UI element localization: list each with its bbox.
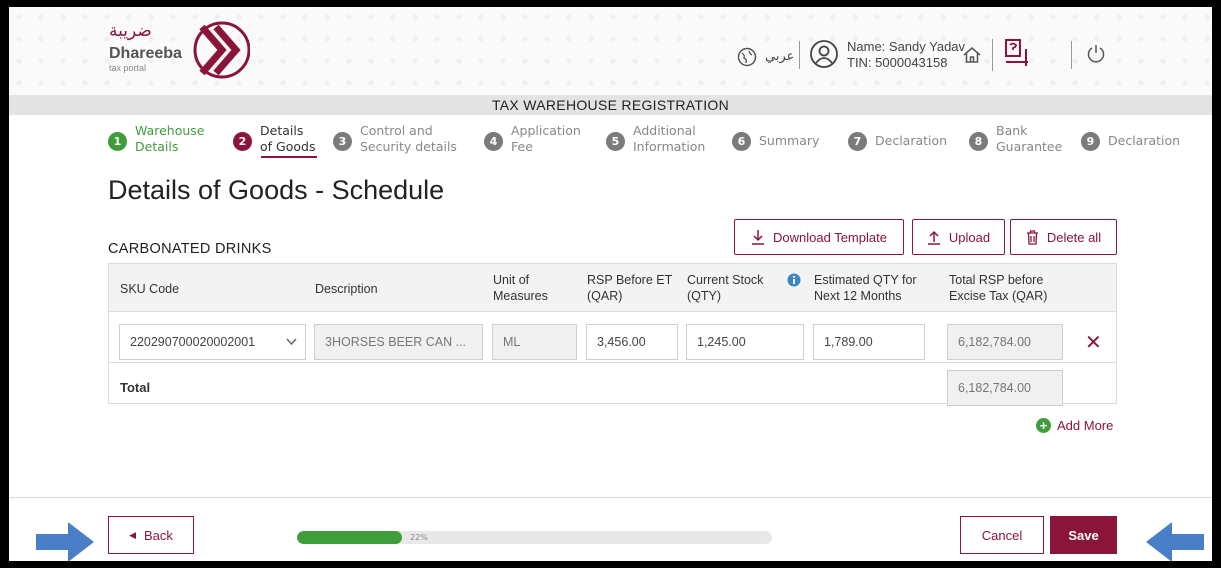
step-label: Bank Guarantee: [996, 123, 1063, 154]
download-icon: [752, 230, 765, 245]
step-number: 7: [848, 132, 867, 151]
step-number: 9: [1081, 132, 1100, 151]
footer-divider: [9, 497, 1212, 498]
step-label: Declaration: [1108, 133, 1181, 148]
power-icon[interactable]: [1086, 43, 1106, 65]
chevron-left-icon: ◀: [129, 529, 136, 540]
save-button[interactable]: Save: [1050, 516, 1117, 554]
progress-fill: [297, 531, 402, 544]
step-label: Summary: [759, 133, 820, 148]
sku-code-value: 220290700020002001: [130, 335, 256, 349]
step-number: 5: [606, 132, 625, 151]
help-book-icon[interactable]: [1004, 37, 1032, 69]
column-header-uom: Unit of Measures: [493, 273, 548, 303]
progress-label: 22%: [410, 533, 428, 542]
registration-title-bar: TAX WAREHOUSE REGISTRATION: [9, 95, 1212, 115]
column-header-total-rsp: Total RSP before Excise Tax (QAR): [949, 273, 1048, 303]
column-header-sku: SKU Code: [120, 282, 180, 296]
section-title: CARBONATED DRINKS: [108, 241, 272, 257]
logo-subtitle: tax portal: [109, 63, 147, 73]
cancel-button[interactable]: Cancel: [960, 516, 1044, 554]
step-label: Control and Security details: [360, 123, 457, 154]
logo-arabic-text: ضريبة: [109, 21, 152, 41]
column-header-estimated-qty: Estimated QTY for Next 12 Months: [814, 273, 917, 303]
info-icon[interactable]: [787, 273, 801, 287]
user-tin: TIN: 5000043158: [847, 55, 948, 70]
column-header-rsp: RSP Before ET (QAR): [587, 273, 672, 303]
page-title: Details of Goods - Schedule: [108, 175, 445, 205]
step-label: Details of Goods: [260, 123, 316, 154]
language-toggle[interactable]: عربي: [765, 49, 794, 64]
step-label: Additional Information: [633, 123, 706, 154]
globe-icon[interactable]: [737, 47, 757, 67]
row-divider: [109, 362, 1116, 363]
header-divider: [799, 41, 800, 69]
total-rsp-field: 6,182,784.00: [947, 324, 1063, 360]
step-application-fee[interactable]: 4 Application Fee: [484, 123, 587, 155]
rsp-input[interactable]: 3,456.00: [586, 324, 678, 360]
current-stock-input[interactable]: 1,245.00: [686, 324, 804, 360]
upload-label: Upload: [948, 229, 991, 245]
step-warehouse-details[interactable]: 1 Warehouse Details: [108, 123, 211, 155]
arrow-left-indicator-icon: [1146, 522, 1204, 561]
header: ضريبة Dhareeba tax portal عربي Name: San…: [9, 7, 1212, 95]
plus-icon: +: [1036, 418, 1051, 433]
total-label: Total: [120, 380, 151, 395]
step-control-security[interactable]: 3 Control and Security details: [333, 123, 464, 155]
step-summary[interactable]: 6 Summary: [732, 123, 819, 151]
download-template-button[interactable]: Download Template: [734, 219, 904, 255]
step-label: Application Fee: [511, 123, 581, 154]
back-button[interactable]: ◀ Back: [108, 516, 194, 554]
step-declaration-final[interactable]: 9 Declaration: [1081, 123, 1180, 151]
dhareeba-logo-icon: [193, 21, 250, 79]
step-label: Warehouse Details: [135, 123, 205, 154]
goods-table: SKU Code Description Unit of Measures RS…: [108, 263, 1117, 406]
step-additional-information[interactable]: 5 Additional Information: [606, 123, 713, 155]
add-more-label: Add More: [1057, 418, 1114, 433]
back-label: Back: [144, 527, 173, 543]
user-name: Name: Sandy Yadav: [847, 39, 966, 54]
upload-icon: [927, 230, 940, 245]
add-more-button[interactable]: + Add More: [1036, 418, 1113, 433]
table-header: SKU Code Description Unit of Measures RS…: [109, 264, 1116, 312]
step-number: 6: [732, 132, 751, 151]
app-window: ضريبة Dhareeba tax portal عربي Name: San…: [9, 7, 1212, 561]
header-divider: [992, 39, 993, 71]
delete-row-icon[interactable]: ✕: [1085, 332, 1102, 352]
progress-bar: 22%: [297, 531, 772, 544]
step-number: 4: [484, 132, 503, 151]
step-declaration[interactable]: 7 Declaration: [848, 123, 947, 151]
step-label: Declaration: [875, 133, 948, 148]
chevron-down-icon: [286, 338, 297, 346]
step-number: 8: [969, 132, 988, 151]
sku-code-select[interactable]: 220290700020002001: [119, 324, 306, 360]
arrow-right-indicator-icon: [36, 522, 94, 561]
logo-name: Dhareeba: [109, 45, 182, 62]
home-icon[interactable]: [962, 45, 982, 65]
step-number: 2: [233, 132, 252, 151]
total-value-field: 6,182,784.00: [947, 370, 1063, 406]
upload-button[interactable]: Upload: [912, 219, 1005, 255]
download-template-label: Download Template: [773, 229, 887, 245]
delete-all-button[interactable]: Delete all: [1010, 219, 1117, 255]
description-field: 3HORSES BEER CAN ...: [314, 324, 483, 360]
step-number: 1: [108, 132, 127, 151]
delete-all-label: Delete all: [1046, 229, 1102, 245]
step-bank-guarantee[interactable]: 8 Bank Guarantee: [969, 123, 1066, 155]
step-details-of-goods[interactable]: 2 Details of Goods: [233, 123, 318, 155]
header-divider: [1071, 41, 1072, 69]
active-step-underline: [261, 156, 317, 158]
trash-icon: [1026, 229, 1038, 245]
step-number: 3: [333, 132, 352, 151]
column-header-description: Description: [315, 282, 378, 296]
user-icon[interactable]: [809, 39, 839, 69]
estimated-qty-input[interactable]: 1,789.00: [813, 324, 925, 360]
uom-field: ML: [492, 324, 577, 360]
column-header-stock: Current Stock (QTY): [687, 273, 764, 303]
